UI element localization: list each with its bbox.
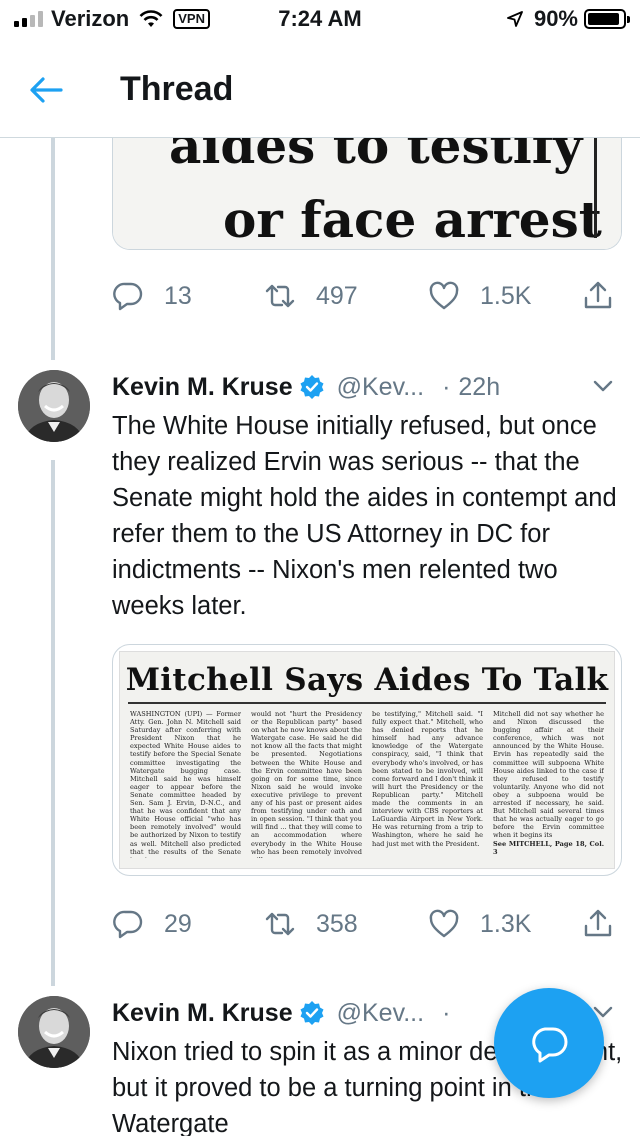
reply-count: 13 [164, 281, 192, 310]
reply-icon [113, 282, 143, 311]
tweet-time[interactable]: 22h [458, 373, 500, 402]
battery-fill [588, 13, 619, 25]
avatar[interactable] [18, 370, 90, 442]
newspaper-jump-line: See MITCHELL, Page 18, Col. 3 [493, 839, 604, 856]
retweet-count: 497 [316, 281, 358, 310]
avatar-image [18, 370, 90, 442]
reply-count: 29 [164, 909, 192, 938]
separator-dot: · [442, 998, 451, 1027]
like-count: 1.5K [480, 281, 532, 310]
newspaper-column: would not "hurt the Presidency or the Re… [251, 710, 362, 858]
thread-connector [51, 460, 55, 986]
author-handle[interactable]: @Kev... [337, 999, 424, 1028]
verified-badge-icon [300, 1001, 324, 1025]
tweet-actions: 13 497 1.5K [112, 274, 622, 318]
newspaper-headline: Mitchell Says Aides To Talk [125, 662, 609, 698]
share-icon [584, 281, 612, 309]
author-name[interactable]: Kevin M. Kruse [112, 373, 293, 402]
status-bar: Verizon VPN 7:24 AM 90% [0, 0, 640, 40]
battery-icon [584, 9, 630, 29]
retweet-icon [265, 284, 295, 308]
like-count: 1.3K [480, 909, 532, 938]
tweet-image[interactable]: Mitchell Says Aides To Talk WASHINGTON (… [112, 644, 622, 876]
newspaper-column: Mitchell did not say whether he and Nixo… [493, 710, 604, 858]
retweet-button[interactable]: 358 [264, 908, 358, 940]
heart-icon [429, 909, 459, 938]
thread-header: Thread [0, 40, 640, 138]
like-button[interactable]: 1.5K [428, 280, 531, 312]
tweet-image-previous[interactable]: aides to testify or face arrest [112, 138, 622, 250]
verified-badge-icon [300, 375, 324, 399]
reply-button[interactable]: 29 [112, 908, 192, 940]
like-button[interactable]: 1.3K [428, 908, 531, 940]
chevron-down-icon[interactable] [590, 373, 616, 399]
share-button[interactable] [582, 280, 614, 312]
reply-icon [113, 910, 143, 939]
thread-connector [51, 138, 55, 360]
clip-headline-2: or face arrest [223, 190, 602, 249]
tweet-text: The White House initially refused, but o… [112, 412, 617, 620]
tweet-header: Kevin M. Kruse @Kev... · 22h [112, 369, 622, 405]
back-button[interactable] [24, 68, 68, 112]
heart-icon [429, 281, 459, 310]
share-button[interactable] [582, 908, 614, 940]
newspaper-column: WASHINGTON (UPI) — Former Atty. Gen. Joh… [130, 710, 241, 858]
author-name[interactable]: Kevin M. Kruse [112, 999, 293, 1028]
clip-headline: aides to testify [169, 138, 583, 175]
status-right: 90% [506, 6, 630, 32]
share-icon [584, 909, 612, 937]
reply-button[interactable]: 13 [112, 280, 192, 312]
tweet-actions: 29 358 1.3K [112, 902, 622, 946]
location-arrow-icon [507, 11, 523, 27]
avatar[interactable] [18, 996, 90, 1068]
author-handle[interactable]: @Kev... [337, 373, 424, 402]
retweet-button[interactable]: 497 [264, 280, 358, 312]
separator-dot: · [442, 372, 451, 401]
compose-reply-icon [532, 1027, 568, 1063]
retweet-icon [265, 912, 295, 936]
newspaper-column-text: Mitchell did not say whether he and Nixo… [493, 710, 604, 840]
battery-percent: 90% [533, 6, 578, 31]
avatar-image [18, 996, 90, 1068]
back-arrow-icon [30, 77, 63, 103]
newspaper-column: be testifying," Mitchell said. "I fully … [372, 710, 483, 848]
retweet-count: 358 [316, 909, 358, 938]
compose-reply-button[interactable] [494, 988, 604, 1098]
page-title: Thread [120, 70, 234, 108]
